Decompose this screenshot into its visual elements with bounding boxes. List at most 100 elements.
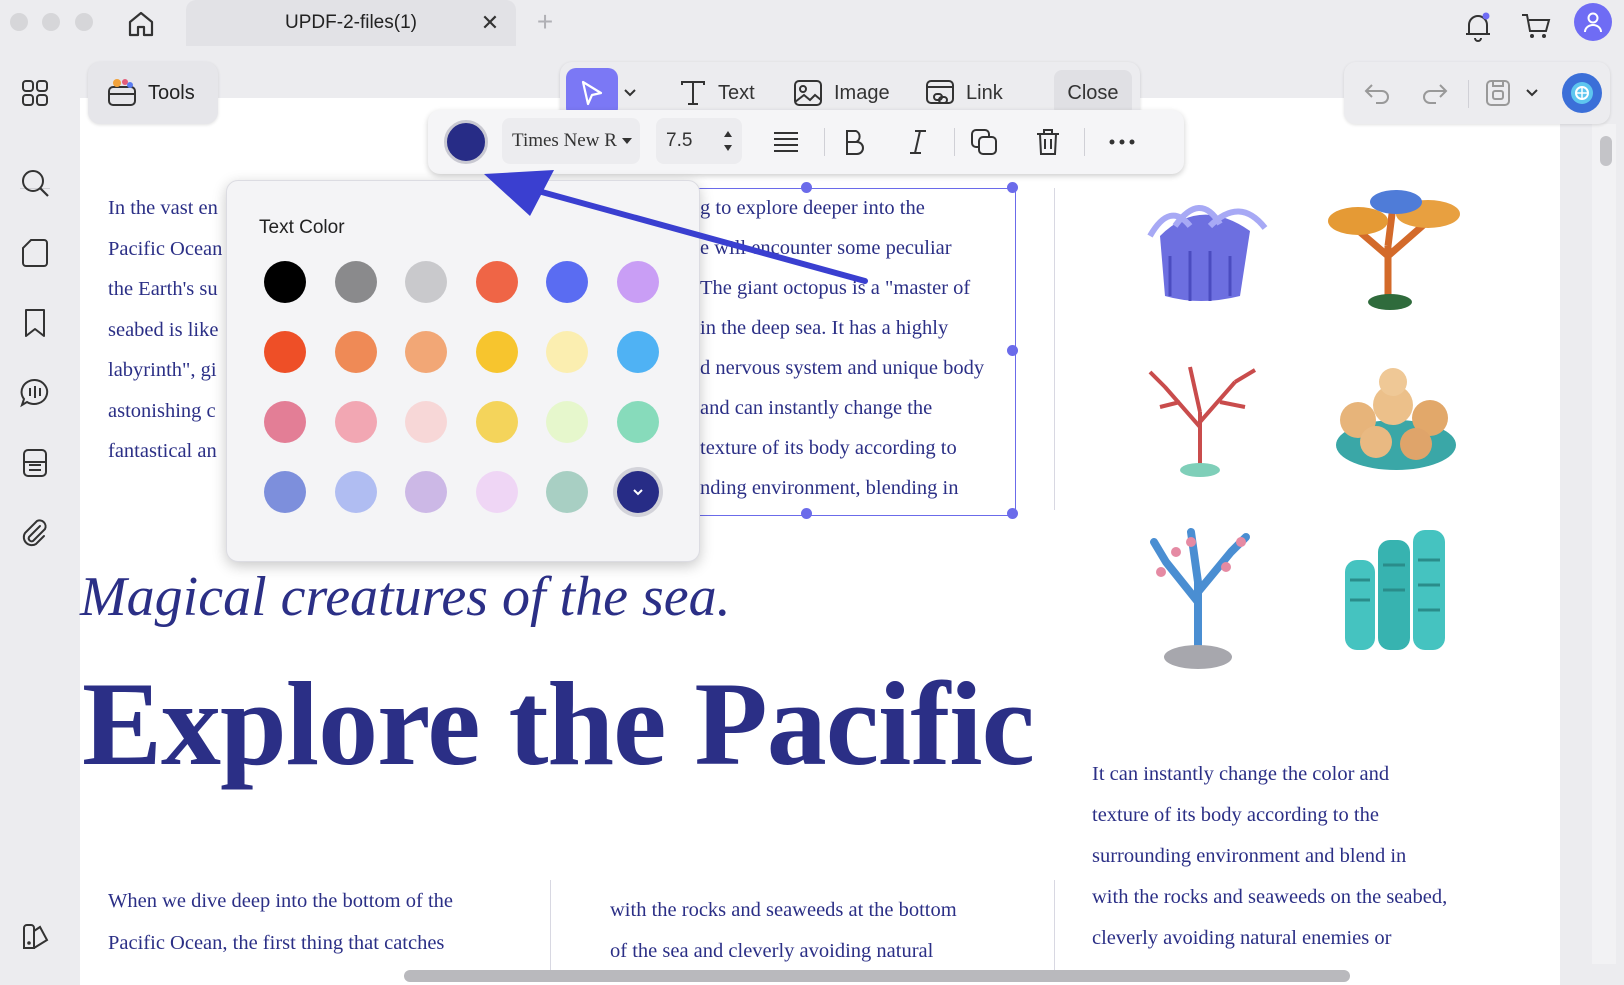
sea-anemone-image[interactable] — [1120, 196, 1280, 306]
sidebar-item-search[interactable] — [14, 162, 56, 204]
red-coral-image[interactable] — [1130, 352, 1270, 482]
color-swatch[interactable] — [546, 471, 588, 513]
color-swatch[interactable] — [334, 471, 377, 513]
color-swatch[interactable] — [616, 331, 659, 373]
toolbox-icon — [108, 79, 136, 106]
subtitle-heading[interactable]: Magical creatures of the sea. — [80, 565, 731, 629]
window-zoom-button[interactable] — [75, 13, 93, 31]
vertical-scrollbar-track[interactable] — [1592, 124, 1616, 964]
vertical-scrollbar-thumb[interactable] — [1600, 136, 1612, 166]
color-swatch[interactable] — [616, 401, 659, 443]
alignment-button[interactable] — [764, 120, 808, 164]
sidebar-item-attachments-doc[interactable] — [14, 442, 56, 484]
color-swatch[interactable] — [264, 401, 306, 443]
document-tab[interactable]: UPDF-2-files(1) ✕ — [186, 0, 516, 46]
copy-icon — [971, 129, 997, 155]
chevron-down-icon — [632, 489, 643, 496]
delete-button[interactable] — [1026, 120, 1070, 164]
bold-button[interactable] — [832, 120, 876, 164]
ai-assistant-button[interactable] — [1562, 73, 1602, 113]
text-block-bottom-1[interactable]: When we dive deep into the bottom of the… — [108, 880, 453, 964]
tab-close-button[interactable]: ✕ — [476, 9, 504, 37]
resize-handle-bottom[interactable] — [801, 508, 812, 519]
cup-coral-image[interactable] — [1318, 360, 1474, 476]
save-button[interactable] — [1484, 70, 1512, 116]
text-line: astonishing c — [108, 399, 216, 422]
search-icon — [22, 170, 49, 197]
horizontal-scrollbar-thumb[interactable] — [404, 970, 1350, 982]
sidebar-item-theme[interactable] — [14, 916, 56, 958]
resize-handle-top-right[interactable] — [1007, 182, 1018, 193]
color-swatch[interactable] — [334, 401, 377, 443]
home-button[interactable] — [120, 4, 162, 44]
toolbar-divider — [1468, 80, 1469, 108]
color-swatch[interactable] — [264, 331, 306, 373]
color-swatch[interactable] — [334, 331, 377, 373]
bold-icon — [846, 130, 864, 155]
text-block-bottom-2[interactable]: with the rocks and seaweeds at the botto… — [610, 890, 957, 972]
color-swatch[interactable] — [546, 331, 588, 373]
font-family-select[interactable]: Times New R — [502, 118, 640, 164]
text-line: seabed is like — [108, 318, 219, 341]
text-block-right[interactable]: It can instantly change the color and te… — [1092, 754, 1447, 959]
resize-handle-bottom-right[interactable] — [1007, 508, 1018, 519]
text-color-button[interactable] — [444, 120, 488, 164]
save-options-dropdown[interactable] — [1524, 70, 1540, 116]
redo-button[interactable] — [1420, 70, 1450, 116]
page-icon — [22, 239, 48, 267]
text-format-toolbar: Times New R 7.5 — [428, 110, 1184, 174]
color-swatch[interactable] — [405, 471, 447, 513]
sidebar-item-thumbnails[interactable] — [14, 72, 56, 114]
annotation-arrow — [484, 170, 868, 284]
duplicate-button[interactable] — [962, 120, 1006, 164]
notification-button[interactable] — [1458, 6, 1498, 46]
color-swatch[interactable] — [405, 331, 447, 373]
color-swatch[interactable] — [475, 331, 518, 373]
color-swatch[interactable] — [264, 261, 306, 303]
text-line: labyrinth", gi — [108, 359, 217, 381]
new-tab-button[interactable]: + — [530, 6, 560, 38]
text-line: Pacific Ocean, the first thing that catc… — [108, 932, 445, 954]
undo-button[interactable] — [1362, 70, 1392, 116]
turquoise-coral-image[interactable] — [1330, 520, 1460, 660]
sidebar-item-comments[interactable] — [14, 372, 56, 414]
text-line: of the sea and cleverly avoiding natural — [610, 940, 934, 962]
sidebar-item-bookmarks[interactable] — [14, 302, 56, 344]
avatar[interactable] — [1574, 3, 1612, 41]
resize-handle-right[interactable] — [1007, 345, 1018, 356]
color-swatch[interactable] — [475, 471, 518, 513]
blue-coral-image[interactable] — [1136, 512, 1266, 672]
color-swatch[interactable] — [475, 401, 518, 443]
color-swatch[interactable] — [546, 401, 588, 443]
window-minimize-button[interactable] — [42, 13, 60, 31]
text-block-col1[interactable]: In the vast en Pacific Ocean the Earth's… — [108, 188, 222, 472]
stepper-arrows-icon[interactable] — [722, 125, 734, 157]
trash-icon — [1037, 129, 1059, 155]
chevron-down-icon — [624, 89, 636, 97]
text-line: surrounding environment and blend in — [1092, 845, 1407, 867]
caret-down-icon — [621, 138, 632, 144]
toolbar-divider — [824, 128, 825, 156]
text-tool-label: Text — [718, 81, 755, 104]
paperclip-icon — [22, 519, 47, 547]
page-title[interactable]: Explore the Pacific — [82, 655, 1035, 793]
tab-title: UPDF-2-files(1) — [285, 12, 417, 33]
tools-button[interactable]: Tools — [88, 62, 218, 124]
color-swatch[interactable] — [405, 261, 447, 303]
sidebar-item-attachments[interactable] — [14, 512, 56, 554]
font-size-stepper[interactable]: 7.5 — [656, 118, 742, 164]
color-swatch[interactable] — [264, 471, 306, 513]
more-options-button[interactable] — [1100, 120, 1144, 164]
orange-coral-image[interactable] — [1318, 186, 1468, 314]
toolbar-divider — [1084, 128, 1085, 156]
toolbar-divider — [954, 128, 955, 156]
color-swatch-selected[interactable] — [616, 471, 659, 513]
color-swatch[interactable] — [334, 261, 377, 303]
cart-button[interactable] — [1516, 6, 1556, 46]
window-close-button[interactable] — [10, 13, 28, 31]
italic-button[interactable] — [896, 120, 940, 164]
text-line: When we dive deep into the bottom of the — [108, 890, 453, 912]
color-swatch[interactable] — [405, 401, 447, 443]
bookmark-icon — [25, 309, 45, 337]
sidebar-item-pages[interactable] — [14, 232, 56, 274]
